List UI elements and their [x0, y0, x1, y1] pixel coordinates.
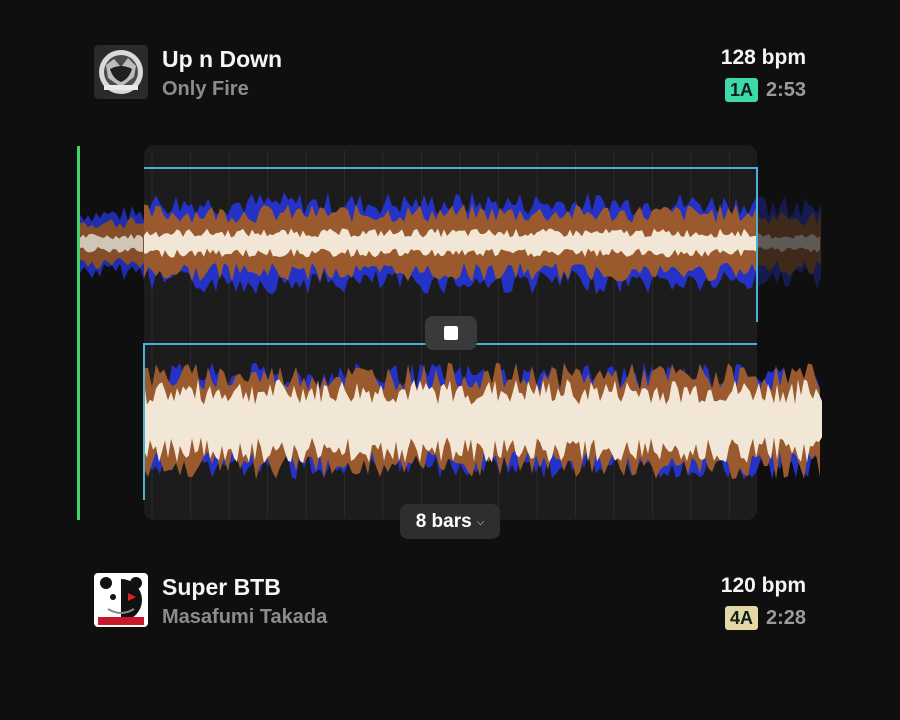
stop-button[interactable] — [425, 316, 477, 350]
deck-a-waveform — [144, 192, 756, 295]
deck-b-waveform — [144, 362, 822, 480]
loop-length-label: 8 bars — [415, 510, 472, 532]
deck-b-key-badge: 4A — [724, 606, 758, 630]
deck-b-title: Super BTB — [162, 574, 281, 600]
playhead-marker[interactable] — [77, 146, 80, 520]
deck-b-artwork — [94, 573, 148, 627]
chevron-down-icon: ⌵ — [476, 517, 485, 528]
loop-length-dropdown[interactable]: 8 bars ⌵ — [400, 504, 500, 539]
deck-b-meta: 4A 2:28 — [724, 606, 806, 630]
deck-a-intro-waveform — [80, 206, 144, 281]
stop-icon — [444, 326, 458, 340]
deck-b-artist: Masafumi Takada — [162, 606, 328, 628]
deck-b-duration: 2:28 — [765, 606, 806, 629]
deck-a-outro-waveform — [757, 196, 821, 289]
deck-b-track-info: Super BTB Masafumi Takada 120 bpm 4A 2:2… — [94, 573, 806, 630]
deck-b-bpm: 120 bpm — [720, 574, 806, 597]
